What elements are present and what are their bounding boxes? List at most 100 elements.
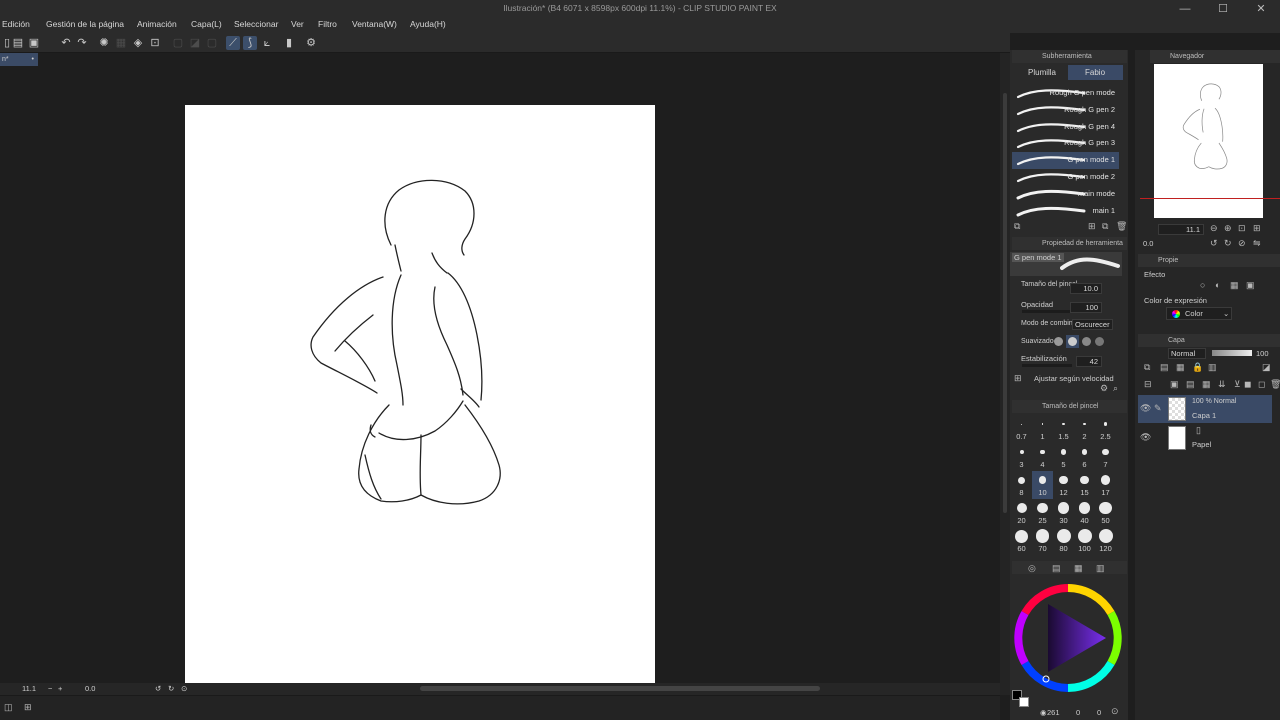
menu-capa[interactable]: Capa(L) (191, 19, 222, 29)
visibility-eye-icon[interactable]: 👁 (1140, 403, 1151, 414)
maximize-button[interactable]: ☐ (1204, 0, 1242, 18)
copy-subtool-icon[interactable]: ⧉ (1102, 221, 1108, 232)
save-icon[interactable]: ▣ (27, 36, 41, 50)
speed-toggle-icon[interactable]: ⊞ (1014, 373, 1022, 384)
brush-size-option[interactable]: 2 (1074, 415, 1095, 443)
new-vector-layer-icon[interactable]: ▤ (1186, 379, 1195, 390)
minimize-button[interactable]: — (1166, 0, 1204, 18)
brush-size-field[interactable]: 10.0 (1070, 283, 1102, 294)
open-file-icon[interactable]: ▤ (11, 36, 25, 50)
search-icon[interactable]: ⌕ (1113, 383, 1118, 394)
invert-selection-icon[interactable]: ◪ (188, 36, 202, 50)
document-tab[interactable]: n* • (0, 53, 38, 66)
brush-item[interactable]: main mode (1012, 186, 1119, 203)
menu-animacion[interactable]: Animación (137, 19, 177, 29)
layer-row-capa-1[interactable]: 👁 ✎ 100 % Normal Capa 1 (1138, 395, 1272, 423)
fill-icon[interactable]: ◈ (131, 36, 145, 50)
brush-size-option[interactable]: 6 (1074, 443, 1095, 471)
reference-layer-icon[interactable]: ▤ (1160, 362, 1169, 373)
menu-seleccionar[interactable]: Seleccionar (234, 19, 278, 29)
brush-item[interactable]: Rough G pen 2 (1012, 102, 1119, 119)
brightness-value[interactable]: 0 (1097, 708, 1101, 717)
brush-size-option[interactable]: 20 (1011, 499, 1032, 527)
canvas-grid-icon[interactable]: ⊞ (24, 702, 32, 713)
smoothing-none-icon[interactable] (1054, 337, 1063, 346)
color-settings-icon[interactable]: ⊙ (1111, 706, 1119, 717)
brush-size-option[interactable]: 17 (1095, 471, 1116, 499)
brush-size-option[interactable]: 120 (1095, 527, 1116, 555)
navigator-rotate-left-icon[interactable]: ↺ (1210, 238, 1218, 249)
settings-wrench-icon[interactable]: ⚙ (1100, 383, 1108, 394)
tab-fabio[interactable]: Fabio (1068, 65, 1123, 80)
brush-size-option[interactable]: 8 (1011, 471, 1032, 499)
delete-layer-icon[interactable]: 🗑 (1270, 379, 1280, 390)
brush-size-option[interactable]: 1.5 (1053, 415, 1074, 443)
brush-item[interactable]: Rough G pen 3 (1012, 135, 1119, 152)
angle-readout[interactable]: 0.0 (85, 684, 95, 693)
brush-size-option[interactable]: 80 (1053, 527, 1074, 555)
navigator-zoom-field[interactable]: 11.1 (1158, 224, 1204, 235)
menu-ayuda[interactable]: Ayuda(H) (410, 19, 446, 29)
reset-rotation-icon[interactable]: ⊙ (181, 684, 187, 693)
navigator-rotate-right-icon[interactable]: ↻ (1224, 238, 1232, 249)
background-color-swatch[interactable] (1019, 697, 1029, 707)
opacity-slider[interactable] (1022, 310, 1072, 313)
brush-size-option[interactable]: 25 (1032, 499, 1053, 527)
navigator-actual-size-icon[interactable]: ⊞ (1253, 223, 1261, 234)
effect-border-icon[interactable]: ○ (1200, 280, 1205, 290)
color-history-tab-icon[interactable]: ▥ (1096, 562, 1105, 575)
apply-mask-icon[interactable]: ◻ (1258, 379, 1265, 390)
canvas-area[interactable] (0, 66, 1000, 683)
clip-layer-icon[interactable]: ⧉ (1144, 362, 1150, 373)
delete-subtool-icon[interactable]: 🗑 (1116, 221, 1127, 232)
smoothing-options[interactable] (1052, 335, 1112, 348)
zoom-out-icon[interactable]: − (48, 684, 52, 693)
new-raster-layer-icon[interactable]: ▣ (1170, 379, 1179, 390)
brush-size-option[interactable]: 30 (1053, 499, 1074, 527)
vertical-scroll-thumb[interactable] (1003, 93, 1007, 513)
brush-item[interactable]: main 1 (1012, 203, 1119, 220)
visibility-eye-icon[interactable]: 👁 (1140, 432, 1151, 443)
brush-size-option[interactable]: 40 (1074, 499, 1095, 527)
deselect-icon[interactable]: ▢ (171, 36, 185, 50)
fit-view-icon[interactable]: ◫ (4, 702, 13, 713)
navigator-preview[interactable] (1154, 64, 1263, 218)
brush-size-option[interactable]: 70 (1032, 527, 1053, 555)
combine-down-icon[interactable]: ⊻ (1234, 379, 1241, 390)
brush-item[interactable]: Rough G pen 4 (1012, 119, 1119, 136)
layer-blend-select[interactable]: Normal (1168, 348, 1206, 359)
zoom-in-icon[interactable]: + (58, 684, 62, 693)
clear-outside-icon[interactable]: ▦ (114, 36, 128, 50)
navigator-reset-icon[interactable]: ⊘ (1238, 238, 1246, 249)
brush-size-option[interactable]: 2.5 (1095, 415, 1116, 443)
tab-plumilla[interactable]: Plumilla (1012, 65, 1066, 80)
color-slider-tab-icon[interactable]: ▤ (1052, 562, 1061, 575)
layer-menu-icon[interactable]: ⊟ (1144, 379, 1152, 390)
vertical-scrollbar[interactable] (1000, 53, 1010, 695)
brush-size-option[interactable]: 100 (1074, 527, 1095, 555)
brush-size-option[interactable]: 4 (1032, 443, 1053, 471)
effect-tone-icon[interactable]: ▦ (1230, 280, 1239, 291)
color-set-tab-icon[interactable]: ▦ (1074, 562, 1083, 575)
brush-size-option[interactable]: 15 (1074, 471, 1095, 499)
draft-layer-icon[interactable]: ▦ (1176, 362, 1185, 373)
close-tab-icon[interactable]: • (32, 53, 34, 66)
brush-item[interactable]: Rough G pen mode (1012, 85, 1119, 102)
opacity-field[interactable]: 100 (1070, 302, 1102, 313)
layer-opacity-value[interactable]: 100 (1256, 349, 1269, 358)
navigator-zoom-out-icon[interactable]: ⊖ (1210, 223, 1218, 234)
menu-gestion-pagina[interactable]: Gestión de la página (46, 19, 124, 29)
navigator-flip-icon[interactable]: ⇋ (1253, 238, 1261, 249)
clear-icon[interactable]: ✺ (97, 36, 111, 50)
saturation-value[interactable]: 0 (1076, 708, 1080, 717)
brush-size-option[interactable]: 60 (1011, 527, 1032, 555)
zoom-readout[interactable]: 11.1 (22, 684, 36, 693)
stabilization-slider[interactable] (1022, 364, 1072, 367)
brush-size-option[interactable]: 12 (1053, 471, 1074, 499)
mask-icon[interactable]: ◪ (1262, 362, 1271, 373)
brush-size-option[interactable]: 50 (1095, 499, 1116, 527)
smartphone-icon[interactable]: ▮ (282, 36, 296, 50)
settings-icon[interactable]: ⚙ (304, 36, 318, 50)
close-button[interactable]: ✕ (1242, 0, 1280, 18)
transform-icon[interactable]: ⊡ (148, 36, 162, 50)
